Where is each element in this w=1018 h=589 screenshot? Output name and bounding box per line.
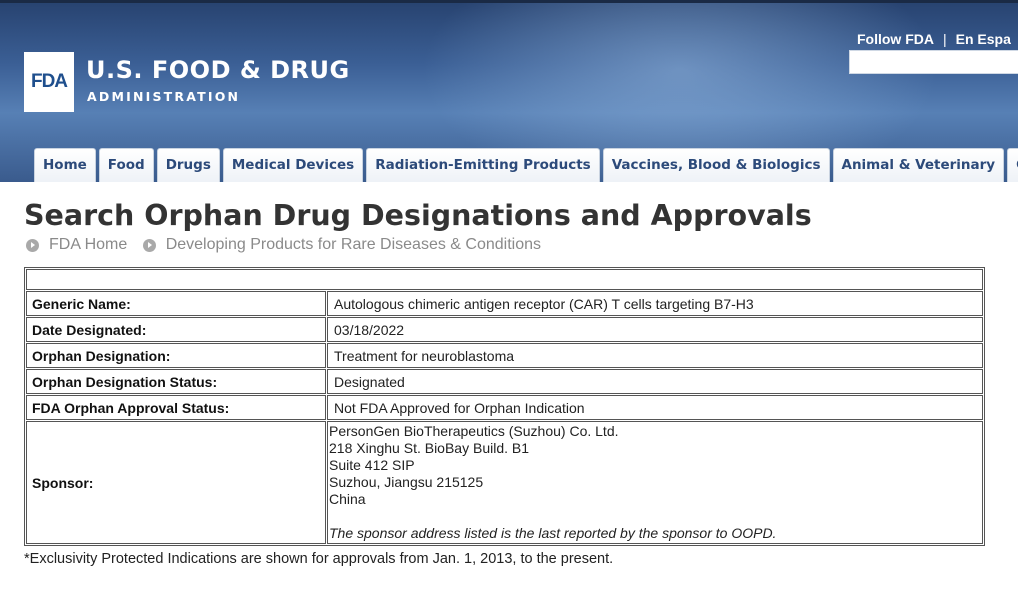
sponsor-address-note: The sponsor address listed is the last r… bbox=[329, 525, 777, 541]
breadcrumb-rare-diseases-link[interactable]: Developing Products for Rare Diseases & … bbox=[166, 236, 541, 254]
utility-separator: | bbox=[943, 31, 947, 47]
sponsor-address-line: China bbox=[329, 491, 366, 507]
nav-tab-cosmetics[interactable]: Cosme bbox=[1007, 148, 1018, 182]
site-header: FDA U.S. FOOD & DRUG ADMINISTRATION Foll… bbox=[0, 0, 1018, 182]
table-row: Generic Name: Autologous chimeric antige… bbox=[26, 291, 983, 316]
sponsor-address-line: 218 Xinghu St. BioBay Build. B1 bbox=[329, 440, 530, 456]
fda-orphan-approval-status-value: Not FDA Approved for Orphan Indication bbox=[327, 395, 983, 420]
header-top-strip bbox=[0, 0, 1018, 3]
nav-tab-food[interactable]: Food bbox=[98, 148, 154, 182]
orphan-designation-value: Treatment for neuroblastoma bbox=[327, 343, 983, 368]
nav-tab-drugs[interactable]: Drugs bbox=[156, 148, 220, 182]
generic-name-label: Generic Name: bbox=[26, 291, 326, 316]
page-title: Search Orphan Drug Designations and Appr… bbox=[24, 199, 812, 232]
exclusivity-footnote: *Exclusivity Protected Indications are s… bbox=[24, 551, 614, 567]
sponsor-address-line: Suzhou, Jiangsu 215125 bbox=[329, 474, 484, 490]
sponsor-address-line: PersonGen BioTherapeutics (Suzhou) Co. L… bbox=[329, 423, 619, 439]
breadcrumb-fda-home-link[interactable]: FDA Home bbox=[49, 236, 127, 254]
brand-name[interactable]: U.S. FOOD & DRUG bbox=[86, 56, 350, 84]
fda-orphan-approval-status-label: FDA Orphan Approval Status: bbox=[26, 395, 326, 420]
breadcrumb-item[interactable]: Developing Products for Rare Diseases & … bbox=[142, 236, 541, 254]
fda-logo[interactable]: FDA bbox=[24, 52, 74, 112]
table-row: FDA Orphan Approval Status: Not FDA Appr… bbox=[26, 395, 983, 420]
orphan-designation-label: Orphan Designation: bbox=[26, 343, 326, 368]
main-nav: Home Food Drugs Medical Devices Radiation-Em… bbox=[34, 148, 1018, 182]
date-designated-value: 03/18/2022 bbox=[327, 317, 983, 342]
nav-tab-animal-veterinary[interactable]: Animal & Veterinary bbox=[832, 148, 1005, 182]
table-row: Date Designated: 03/18/2022 bbox=[26, 317, 983, 342]
nav-tab-medical-devices[interactable]: Medical Devices bbox=[222, 148, 364, 182]
orphan-designation-status-label: Orphan Designation Status: bbox=[26, 369, 326, 394]
breadcrumb-arrow-icon bbox=[142, 238, 156, 252]
breadcrumb-arrow-icon bbox=[26, 238, 39, 252]
table-header-cell bbox=[26, 269, 983, 290]
brand-subtitle: ADMINISTRATION bbox=[87, 89, 241, 104]
breadcrumb-item[interactable]: FDA Home bbox=[26, 236, 127, 254]
fda-logo-text: FDA bbox=[30, 71, 68, 92]
date-designated-label: Date Designated: bbox=[26, 317, 326, 342]
search-input[interactable] bbox=[849, 50, 1018, 74]
sponsor-address-spacer bbox=[329, 508, 982, 525]
table-row: Orphan Designation: Treatment for neurob… bbox=[26, 343, 983, 368]
spanish-language-link[interactable]: En Espa bbox=[956, 31, 1011, 47]
sponsor-address-line: Suite 412 SIP bbox=[329, 457, 415, 473]
sponsor-row: Sponsor: PersonGen BioTherapeutics (Suzh… bbox=[26, 421, 983, 544]
table-header-row bbox=[26, 269, 983, 290]
sponsor-label: Sponsor: bbox=[26, 421, 326, 544]
nav-tab-radiation-emitting-products[interactable]: Radiation-Emitting Products bbox=[366, 148, 600, 182]
breadcrumb: FDA Home Developing Products for Rare Di… bbox=[26, 236, 552, 257]
orphan-designation-status-value: Designated bbox=[327, 369, 983, 394]
generic-name-value: Autologous chimeric antigen receptor (CA… bbox=[327, 291, 983, 316]
table-row: Orphan Designation Status: Designated bbox=[26, 369, 983, 394]
designation-details-table: Generic Name: Autologous chimeric antige… bbox=[24, 267, 985, 546]
nav-tab-vaccines-blood-biologics[interactable]: Vaccines, Blood & Biologics bbox=[602, 148, 830, 182]
follow-fda-link[interactable]: Follow FDA bbox=[857, 31, 934, 47]
utility-links: Follow FDA | En Espa bbox=[857, 31, 1011, 47]
nav-tab-home[interactable]: Home bbox=[34, 148, 96, 182]
sponsor-value: PersonGen BioTherapeutics (Suzhou) Co. L… bbox=[327, 421, 983, 544]
